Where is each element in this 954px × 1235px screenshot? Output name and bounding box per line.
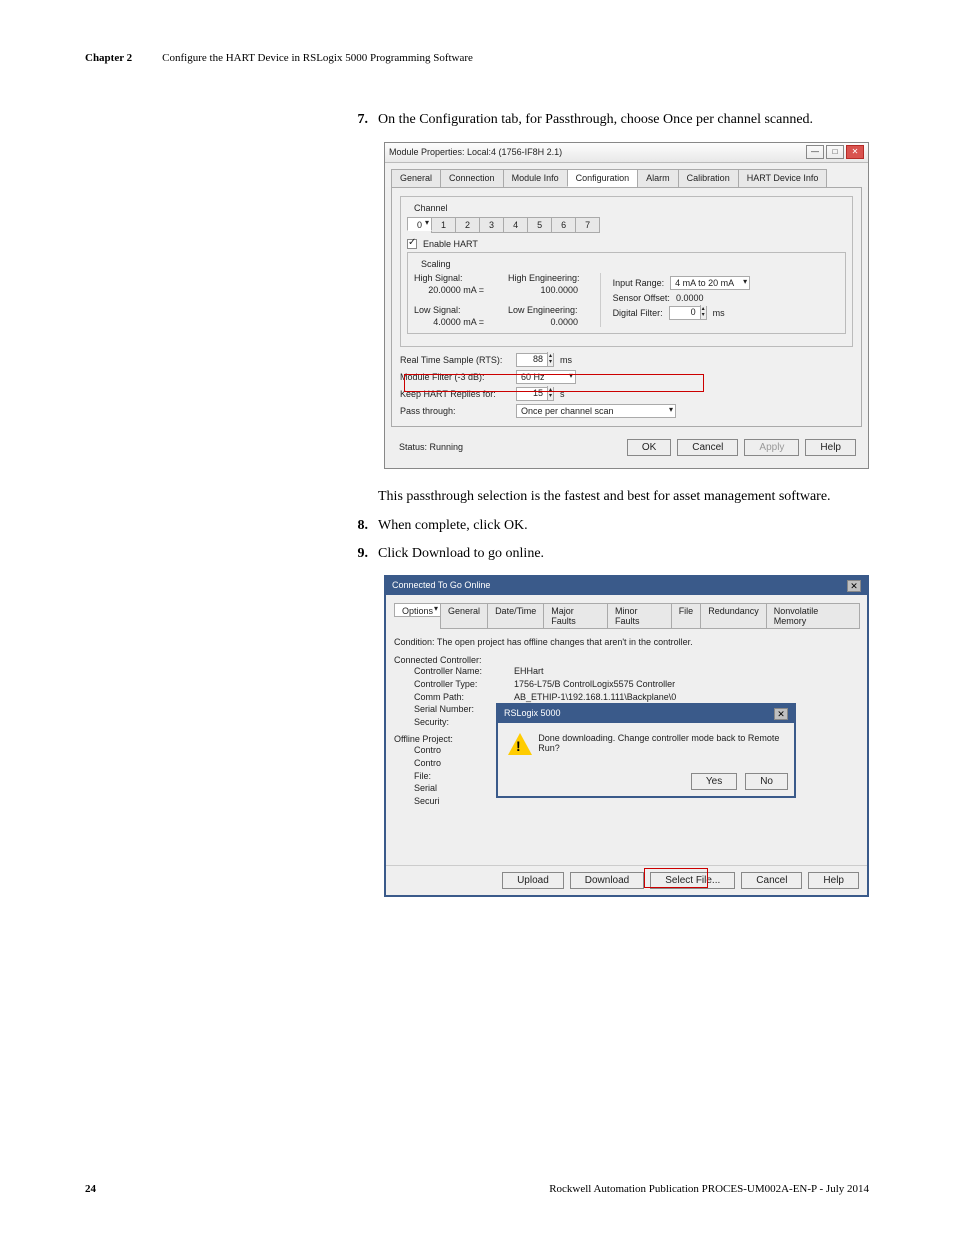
ctrl-name-key: Controller Name:: [414, 665, 514, 678]
chapter-title: Configure the HART Device in RSLogix 500…: [162, 52, 473, 64]
high-signal-label: High Signal:: [414, 273, 484, 283]
step-9-num: 9.: [350, 544, 368, 564]
ctrl-name-val: EHHart: [514, 666, 544, 676]
window-buttons[interactable]: —□✕: [804, 145, 864, 159]
tab-general[interactable]: General: [391, 169, 441, 187]
tab-options[interactable]: Options: [394, 603, 441, 617]
low-eng-value: 0.0000: [508, 317, 578, 327]
low-signal-value: 4.0000 mA =: [414, 317, 484, 327]
enable-hart-checkbox[interactable]: [407, 239, 417, 249]
dialog-tabs[interactable]: General Connection Module Info Configura…: [385, 163, 868, 187]
passthrough-select[interactable]: Once per channel scan: [516, 404, 676, 418]
tab-redundancy[interactable]: Redundancy: [700, 603, 767, 629]
tab-configuration[interactable]: Configuration: [567, 169, 639, 187]
tab-major-faults[interactable]: Major Faults: [543, 603, 608, 629]
paragraph-passthrough-note: This passthrough selection is the fastes…: [378, 487, 869, 507]
tab-hart-device-info[interactable]: HART Device Info: [738, 169, 828, 187]
scaling-label: Scaling: [418, 259, 454, 269]
step-8-text: When complete, click OK.: [378, 516, 528, 536]
close-icon[interactable]: ✕: [847, 580, 861, 592]
messagebox-close-icon[interactable]: ✕: [774, 708, 788, 720]
dialog2-tabs[interactable]: Options General Date/Time Major Faults M…: [394, 603, 859, 629]
apply-button: Apply: [744, 439, 799, 456]
channel-7[interactable]: 7: [575, 217, 600, 233]
digital-filter-label: Digital Filter:: [613, 308, 663, 318]
rts-label: Real Time Sample (RTS):: [400, 355, 510, 365]
channel-tabs[interactable]: 0 1 2 3 4 5 6 7: [407, 217, 846, 233]
step-7-text: On the Configuration tab, for Passthroug…: [378, 110, 813, 130]
tab-minor-faults[interactable]: Minor Faults: [607, 603, 672, 629]
tab-module-info[interactable]: Module Info: [503, 169, 568, 187]
tab-calibration[interactable]: Calibration: [678, 169, 739, 187]
cancel-button-2[interactable]: Cancel: [741, 872, 802, 889]
high-signal-value: 20.0000 mA =: [414, 285, 484, 295]
status-text: Status: Running: [391, 438, 471, 456]
sensor-offset-label: Sensor Offset:: [613, 293, 670, 303]
tab-datetime[interactable]: Date/Time: [487, 603, 544, 629]
messagebox-text: Done downloading. Change controller mode…: [538, 733, 784, 753]
ctrl-type-val: 1756-L75/B ControlLogix5575 Controller: [514, 679, 675, 689]
publication-info: Rockwell Automation Publication PROCES-U…: [549, 1183, 869, 1195]
tab-general2[interactable]: General: [440, 603, 488, 629]
step-9-text: Click Download to go online.: [378, 544, 544, 564]
comm-path-val: AB_ETHIP-1\192.168.1.111\Backplane\0: [514, 692, 676, 702]
channel-3[interactable]: 3: [479, 217, 504, 233]
page-number: 24: [85, 1183, 96, 1195]
dialog2-title: Connected To Go Online: [392, 580, 490, 592]
highlight-download: [644, 868, 708, 888]
rts-unit: ms: [560, 355, 572, 365]
download-button[interactable]: Download: [570, 872, 644, 889]
tab-connection[interactable]: Connection: [440, 169, 504, 187]
highlight-passthrough: [404, 374, 704, 392]
channel-4[interactable]: 4: [503, 217, 528, 233]
channel-1[interactable]: 1: [431, 217, 456, 233]
input-range-select[interactable]: 4 mA to 20 mA: [670, 276, 750, 290]
high-eng-value: 100.0000: [508, 285, 578, 295]
channel-group-label: Channel: [411, 203, 451, 213]
messagebox-rslogix: RSLogix 5000 ✕ Done downloading. Change …: [496, 703, 796, 798]
comm-path-key: Comm Path:: [414, 691, 514, 704]
warning-icon: [508, 733, 530, 757]
channel-2[interactable]: 2: [455, 217, 480, 233]
digital-filter-spinner[interactable]: 0: [669, 306, 707, 320]
help-button-2[interactable]: Help: [808, 872, 859, 889]
tab-nvmem[interactable]: Nonvolatile Memory: [766, 603, 860, 629]
step-7-num: 7.: [350, 110, 368, 130]
close-icon[interactable]: ✕: [846, 145, 864, 159]
channel-5[interactable]: 5: [527, 217, 552, 233]
high-eng-label: High Engineering:: [508, 273, 580, 283]
rts-spinner[interactable]: 88: [516, 353, 554, 367]
ctrl-type-key: Controller Type:: [414, 678, 514, 691]
ok-button[interactable]: OK: [627, 439, 671, 456]
digital-filter-unit: ms: [713, 308, 725, 318]
channel-6[interactable]: 6: [551, 217, 576, 233]
window-title: Module Properties: Local:4 (1756-IF8H 2.…: [389, 147, 562, 157]
yes-button[interactable]: Yes: [691, 773, 737, 790]
cancel-button[interactable]: Cancel: [677, 439, 738, 456]
figure-connected-go-online: Connected To Go Online ✕ Options General…: [384, 575, 869, 897]
connected-controller-label: Connected Controller:: [394, 655, 859, 665]
tab-file[interactable]: File: [671, 603, 702, 629]
chapter-label: Chapter 2: [85, 52, 132, 64]
messagebox-title: RSLogix 5000: [504, 708, 561, 720]
maximize-icon[interactable]: □: [826, 145, 844, 159]
minimize-icon[interactable]: —: [806, 145, 824, 159]
step-8-num: 8.: [350, 516, 368, 536]
no-button[interactable]: No: [745, 773, 788, 790]
enable-hart-label: Enable HART: [423, 239, 478, 249]
channel-0[interactable]: 0: [407, 217, 432, 231]
sensor-offset-value: 0.0000: [676, 293, 704, 303]
upload-button[interactable]: Upload: [502, 872, 564, 889]
condition-text: Condition: The open project has offline …: [394, 637, 859, 647]
low-eng-label: Low Engineering:: [508, 305, 580, 315]
passthrough-label: Pass through:: [400, 406, 510, 416]
low-signal-label: Low Signal:: [414, 305, 484, 315]
help-button[interactable]: Help: [805, 439, 856, 456]
figure-module-properties: Module Properties: Local:4 (1756-IF8H 2.…: [384, 142, 869, 469]
input-range-label: Input Range:: [613, 278, 665, 288]
tab-alarm[interactable]: Alarm: [637, 169, 679, 187]
